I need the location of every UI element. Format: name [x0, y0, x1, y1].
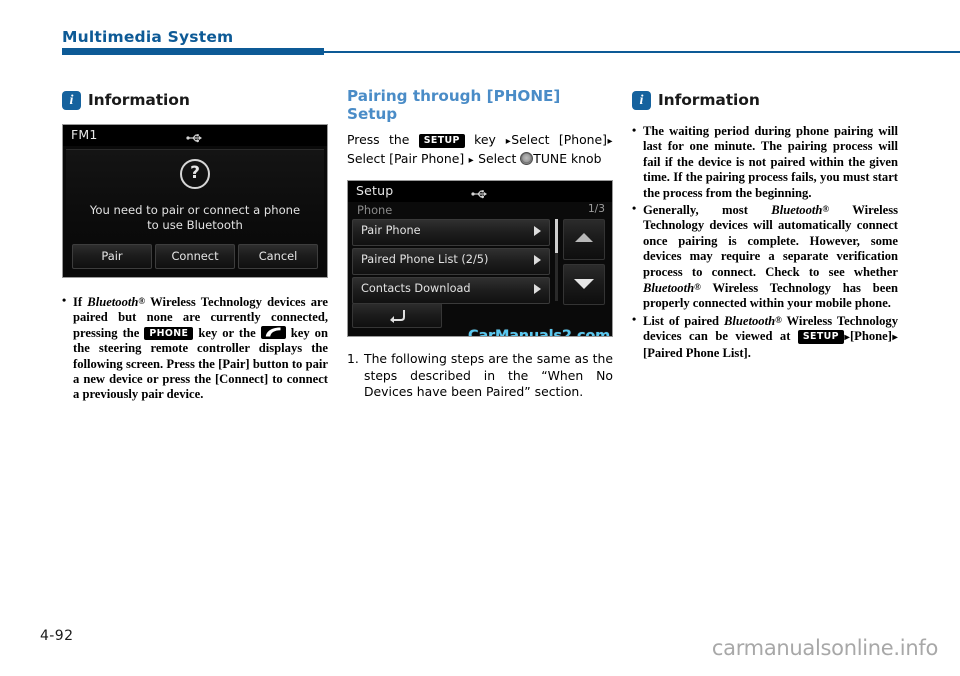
information-label: Information [658, 91, 760, 109]
dialog-message: You need to pair or connect a phone to u… [66, 203, 324, 233]
scroll-up-button[interactable] [563, 219, 605, 261]
left-column: i Information FM1 ? You need to pair or … [62, 88, 328, 404]
dialog-message-line-2: to use Bluetooth [147, 218, 243, 232]
bluetooth-pair-dialog-screenshot: FM1 ? You need to pair or connect a phon… [62, 124, 328, 278]
arrow-right-icon: ▸ [607, 136, 613, 147]
screenshot-title-bar: Setup [348, 181, 612, 203]
setup-menu-rows: Pair Phone Paired Phone List (2/5) Conta… [352, 219, 550, 306]
arrow-right-icon: ▸ [892, 332, 898, 344]
menu-item-pair-phone[interactable]: Pair Phone [352, 219, 550, 247]
connect-button[interactable]: Connect [155, 244, 235, 269]
emphasis-text: Bluetooth [643, 281, 695, 296]
site-watermark: carmanualsonline.info [711, 636, 938, 660]
step-text: The following steps are the same as the … [364, 351, 613, 400]
menu-item-label: Paired Phone List (2/5) [361, 253, 489, 267]
chevron-right-icon [534, 255, 541, 266]
dialog-body: ? You need to pair or connect a phone to… [66, 149, 324, 274]
information-label: Information [88, 91, 190, 109]
pair-button[interactable]: Pair [72, 244, 152, 269]
page-number: 4-92 [40, 628, 74, 644]
registered-mark: ® [694, 282, 701, 293]
menu-item-label: Contacts Download [361, 282, 471, 296]
scroll-down-button[interactable] [563, 264, 605, 306]
chevron-right-icon [534, 226, 541, 237]
screenshot-title-bar: FM1 [63, 125, 327, 146]
scrollbar[interactable] [555, 219, 558, 302]
info-icon: i [632, 90, 651, 110]
left-bullet-list: If Bluetooth® Wireless Technology device… [62, 293, 328, 403]
numbered-step-list: 1. The following steps are the same as t… [347, 351, 613, 401]
step-number: 1. [347, 351, 359, 367]
section-heading: Pairing through [PHONE] Setup [347, 87, 613, 123]
information-heading-left: i Information [62, 88, 328, 112]
right-column: i Information The waiting period during … [632, 88, 898, 362]
registered-mark: ® [775, 314, 782, 325]
emphasis-text: Bluetooth [723, 313, 776, 328]
section-heading-line-2: Setup [347, 104, 398, 123]
arrow-right-icon: ▸ [844, 332, 850, 344]
chevron-right-icon [534, 284, 541, 295]
setup-menu-screenshot: Setup Phone 1/3 Pair Phone Paired Phone … [347, 180, 613, 338]
key-badge-setup: SETUP [797, 330, 844, 344]
setup-screen-title: Setup [356, 183, 394, 199]
menu-item-contacts-download[interactable]: Contacts Download [352, 277, 550, 305]
triangle-up-icon [575, 233, 593, 243]
list-item: The waiting period during phone pairing … [632, 123, 898, 201]
middle-column: Pairing through [PHONE] Setup Press the … [347, 87, 613, 401]
setup-menu-body: Pair Phone Paired Phone List (2/5) Conta… [348, 219, 612, 306]
info-icon: i [62, 90, 81, 110]
list-item: 1. The following steps are the same as t… [347, 351, 613, 401]
arrow-right-icon: ▸ [505, 136, 511, 147]
triangle-down-icon [574, 279, 594, 290]
scroll-button-group [563, 219, 605, 309]
setup-submenu-bar: Phone 1/3 [348, 202, 612, 220]
question-mark-icon: ? [180, 159, 210, 189]
setup-submenu-label: Phone [357, 203, 393, 218]
cancel-button[interactable]: Cancel [238, 244, 318, 269]
screen-mode-label: FM1 [71, 127, 98, 142]
list-item: If Bluetooth® Wireless Technology device… [62, 293, 328, 403]
right-bullet-list: The waiting period during phone pairing … [632, 123, 898, 361]
list-item: Generally, most Bluetooth® Wireless Tech… [632, 201, 898, 312]
setup-instruction-text: Press the SETUP key ▸Select [Phone]▸Sele… [347, 132, 613, 169]
menu-item-label: Pair Phone [361, 224, 421, 238]
back-button[interactable] [352, 303, 442, 329]
menu-item-paired-phone-list[interactable]: Paired Phone List (2/5) [352, 248, 550, 276]
usb-icon [186, 130, 204, 148]
key-badge-phone: PHONE [144, 326, 194, 341]
setup-footer [348, 303, 612, 329]
registered-mark: ® [138, 296, 146, 306]
arrow-right-icon: ▸ [468, 154, 474, 166]
emphasis-text: Bluetooth [771, 203, 823, 218]
header-accent-bar [62, 48, 324, 55]
back-arrow-icon [390, 310, 405, 324]
page-indicator: 1/3 [587, 203, 605, 216]
tune-knob-icon [520, 151, 534, 165]
section-heading-line-1: Pairing through [PHONE] [347, 87, 561, 105]
page-title: Multimedia System [62, 28, 234, 46]
emphasis-text: Bluetooth [87, 295, 139, 309]
image-watermark: CarManuals2.com [468, 328, 611, 338]
phone-handset-icon [260, 325, 286, 339]
registered-mark: ® [822, 204, 830, 215]
scrollbar-thumb[interactable] [555, 219, 558, 254]
dialog-button-row: Pair Connect Cancel [72, 244, 318, 269]
dialog-message-line-1: You need to pair or connect a phone [89, 203, 301, 217]
page-header: Multimedia System [0, 0, 960, 56]
list-item: List of paired Bluetooth® Wireless Techn… [632, 312, 898, 361]
key-badge-setup: SETUP [418, 134, 465, 148]
information-heading-right: i Information [632, 88, 898, 112]
header-rule [324, 51, 960, 53]
